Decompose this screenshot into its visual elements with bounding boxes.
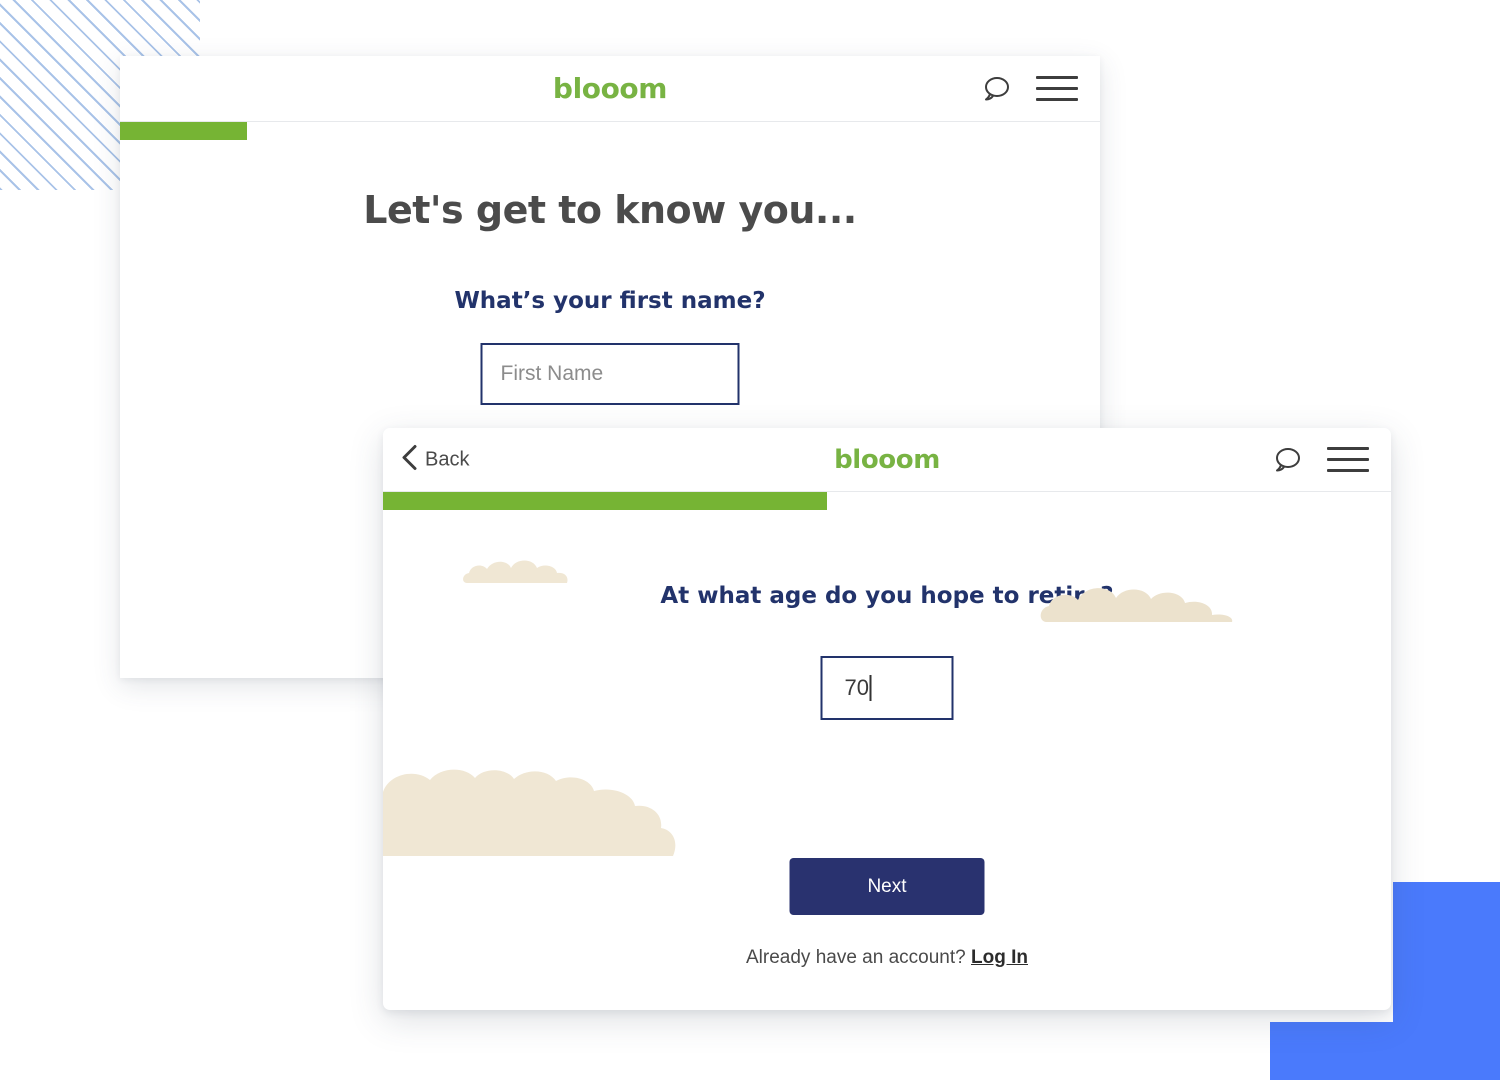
card-body: At what age do you hope to retire? 70 Ne… [383,510,1391,1008]
login-prompt-text: Already have an account? [746,947,966,968]
next-button[interactable]: Next [789,858,985,915]
blue-square-decoration-lower [1270,1022,1500,1080]
first-name-input[interactable] [480,343,740,405]
onboarding-card-retirement-age: Back blooom At what age do you hope to r… [383,428,1391,1010]
back-button[interactable]: Back [401,444,469,475]
progress-bar-fill [120,122,248,140]
card-header: Back blooom [383,428,1391,492]
hamburger-menu-icon[interactable] [1327,447,1369,472]
chevron-left-icon [401,444,418,475]
login-link[interactable]: Log In [971,947,1028,968]
text-caret [869,675,872,701]
retirement-age-value: 70 [844,675,869,700]
card-header: blooom [120,56,1100,122]
login-prompt: Already have an account? Log In [383,947,1391,969]
back-button-label: Back [425,448,470,470]
progress-bar-fill [383,492,827,510]
cloud-decoration-right [1038,575,1268,630]
question-label-first-name: What’s your first name? [454,288,766,314]
cloud-decoration-bottom-left [383,764,695,865]
blooom-logo: blooom [552,72,668,105]
speech-bubble-icon[interactable] [980,73,1012,105]
hamburger-menu-icon[interactable] [1036,76,1078,101]
retirement-age-input[interactable]: 70 [820,656,954,720]
progress-bar-track [383,492,1391,510]
header-actions [980,73,1078,105]
progress-bar-track [120,122,1100,140]
blooom-logo: blooom [834,444,940,475]
cloud-decoration-left-small [461,552,594,590]
speech-bubble-icon[interactable] [1271,444,1303,476]
header-actions [1271,444,1369,476]
page-title: Let's get to know you... [363,188,857,232]
